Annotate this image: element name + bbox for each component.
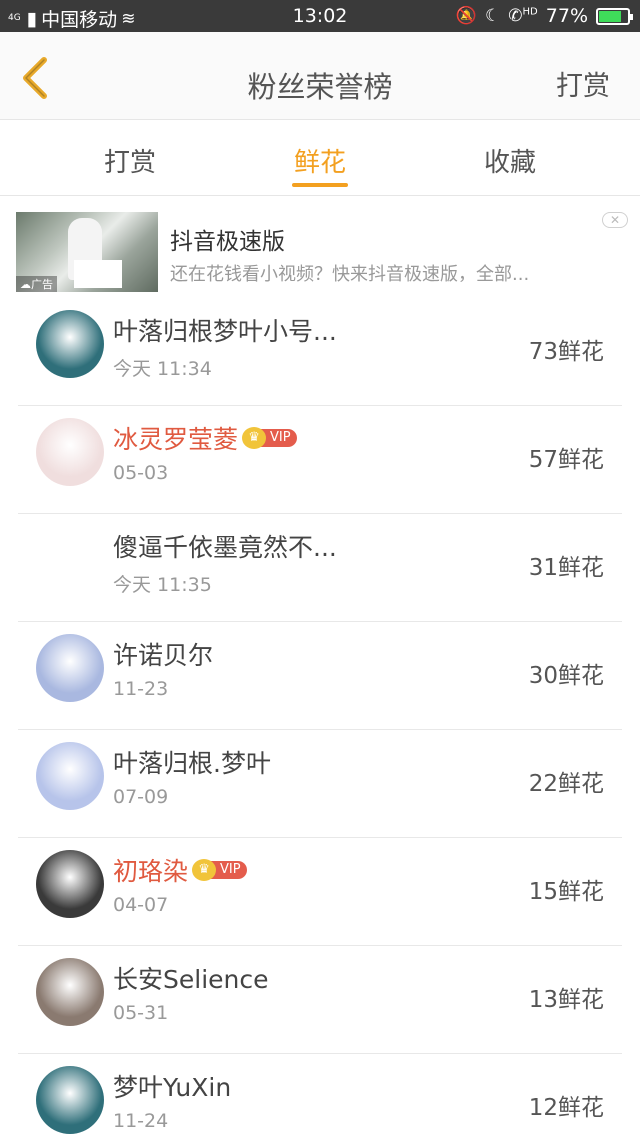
avatar[interactable] xyxy=(36,418,104,486)
ad-tag: ☁广告 xyxy=(16,276,57,292)
name-line: 叶落归根.梦叶 xyxy=(113,744,271,780)
avatar[interactable] xyxy=(36,742,104,810)
flower-count: 12鲜花 xyxy=(528,1095,604,1121)
item-date: 11-23 xyxy=(113,678,169,700)
active-tab-indicator xyxy=(292,183,348,187)
list-item[interactable]: 许诺贝尔 11-23 30鲜花 xyxy=(18,622,622,730)
item-date: 05-03 xyxy=(113,462,169,484)
list-item[interactable]: 冰灵罗莹菱 ♛ VIP 05-03 57鲜花 xyxy=(18,406,622,514)
name-line: 冰灵罗莹菱 ♛ VIP xyxy=(113,420,297,456)
list-item[interactable]: 叶落归根梦叶小号... 今天 11:34 73鲜花 xyxy=(18,298,622,406)
flower-count: 31鲜花 xyxy=(528,555,604,581)
list-item[interactable]: 长安Selience 05-31 13鲜花 xyxy=(18,946,622,1054)
ad-title: 抖音极速版 xyxy=(170,229,285,255)
battery-icon xyxy=(596,7,633,25)
flower-count: 57鲜花 xyxy=(528,447,604,473)
flower-count: 13鲜花 xyxy=(528,987,604,1013)
item-date: 04-07 xyxy=(113,894,169,916)
name-line: 许诺贝尔 xyxy=(113,636,213,672)
ad-description: 还在花钱看小视频？快来抖音极速版，全部... xyxy=(170,264,530,285)
tab-flowers[interactable]: 鲜花 xyxy=(260,142,380,179)
ad-panel xyxy=(74,260,122,288)
avatar[interactable] xyxy=(36,310,104,378)
battery-percent: 77% xyxy=(545,5,588,27)
flower-count: 30鲜花 xyxy=(528,663,604,689)
user-name[interactable]: 叶落归根.梦叶 xyxy=(113,744,271,780)
item-date: 07-09 xyxy=(113,786,169,808)
flower-count: 73鲜花 xyxy=(528,339,604,365)
name-line: 叶落归根梦叶小号... xyxy=(113,312,337,348)
user-name[interactable]: 许诺贝尔 xyxy=(113,636,213,672)
list-item[interactable]: 初珞染 ♛ VIP 04-07 15鲜花 xyxy=(18,838,622,946)
hd-label: HD xyxy=(522,6,538,18)
status-right: 🔕 ☾ ✆HD 77% xyxy=(455,5,633,27)
name-line: 梦叶YuXin xyxy=(113,1068,231,1104)
nav-header: 粉丝荣誉榜 打赏 xyxy=(0,32,640,120)
flower-count: 22鲜花 xyxy=(528,771,604,797)
vip-badge: ♛ VIP xyxy=(242,427,297,449)
list-item[interactable]: 傻逼千依墨竟然不... 今天 11:35 31鲜花 xyxy=(18,514,622,622)
ad-banner[interactable]: ☁广告 抖音极速版 还在花钱看小视频？快来抖音极速版，全部... ✕ xyxy=(0,196,640,298)
tab-reward[interactable]: 打赏 xyxy=(70,142,190,179)
avatar[interactable] xyxy=(36,634,104,702)
list-item[interactable]: 梦叶YuXin 11-24 12鲜花 xyxy=(18,1054,622,1138)
user-name[interactable]: 冰灵罗莹菱 xyxy=(113,420,238,456)
name-line: 傻逼千依墨竟然不... xyxy=(113,528,337,564)
user-name[interactable]: 初珞染 xyxy=(113,852,188,888)
status-bar: 4G ▮ 中国移动 ≋ 13:02 🔕 ☾ ✆HD 77% xyxy=(0,0,640,32)
reward-button[interactable]: 打赏 xyxy=(556,64,610,103)
name-line: 长安Selience xyxy=(113,960,269,996)
mute-icon: 🔕 xyxy=(455,6,478,26)
item-date: 今天 11:35 xyxy=(113,574,212,596)
avatar[interactable] xyxy=(36,958,104,1026)
avatar[interactable] xyxy=(36,1066,104,1134)
ad-thumbnail[interactable]: ☁广告 xyxy=(16,212,158,292)
user-name[interactable]: 长安Selience xyxy=(113,960,269,996)
moon-icon: ☾ xyxy=(485,6,501,26)
tab-favorites[interactable]: 收藏 xyxy=(450,142,570,179)
fan-list: 叶落归根梦叶小号... 今天 11:34 73鲜花 冰灵罗莹菱 ♛ VIP 05-03 57鲜… xyxy=(18,298,622,1138)
ad-tag-label: 广告 xyxy=(31,278,53,291)
page-title: 粉丝荣誉榜 xyxy=(247,70,393,104)
user-name[interactable]: 梦叶YuXin xyxy=(113,1068,231,1104)
crown-icon: ♛ xyxy=(242,427,267,449)
user-name[interactable]: 叶落归根梦叶小号... xyxy=(113,312,337,348)
avatar[interactable] xyxy=(36,850,104,918)
item-date: 11-24 xyxy=(113,1110,169,1132)
vip-badge: ♛ VIP xyxy=(192,859,247,881)
flower-count: 15鲜花 xyxy=(528,879,604,905)
user-name[interactable]: 傻逼千依墨竟然不... xyxy=(113,528,337,564)
close-icon[interactable]: ✕ xyxy=(602,212,628,228)
name-line: 初珞染 ♛ VIP xyxy=(113,852,247,888)
item-date: 05-31 xyxy=(113,1002,169,1024)
battery-level xyxy=(599,10,621,22)
hd-call-icon: ✆HD xyxy=(508,6,538,26)
item-date: 今天 11:34 xyxy=(113,358,212,380)
crown-icon: ♛ xyxy=(192,859,217,881)
list-item[interactable]: 叶落归根.梦叶 07-09 22鲜花 xyxy=(18,730,622,838)
